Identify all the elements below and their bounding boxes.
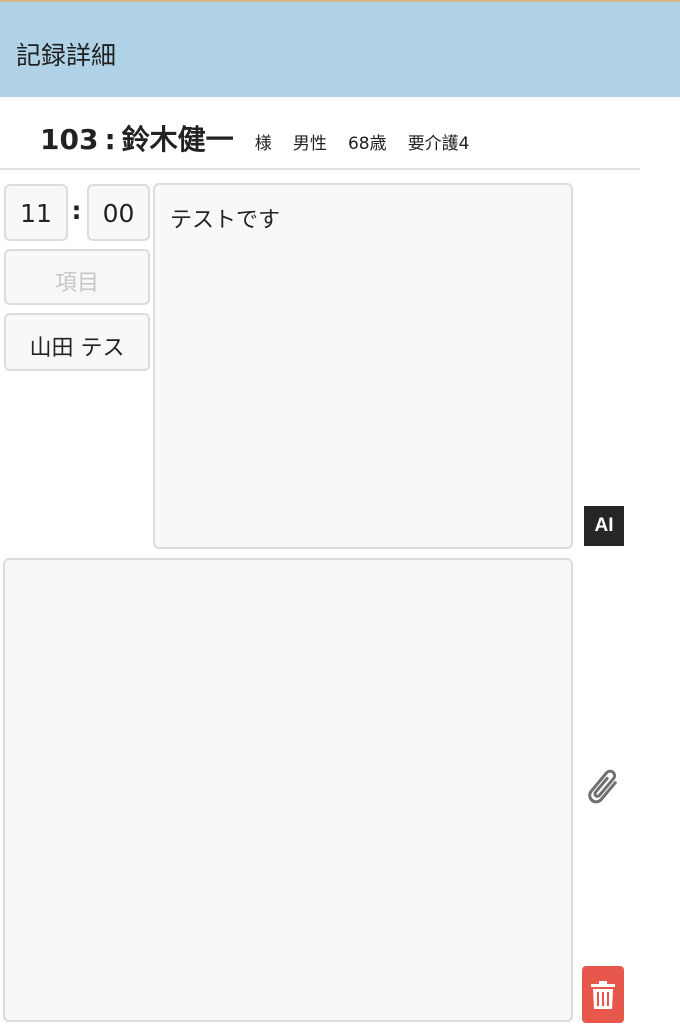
- page-title: 記録詳細: [16, 41, 117, 70]
- delete-button[interactable]: [582, 966, 624, 1023]
- minute-value: 00: [102, 199, 135, 228]
- room-separator: :: [104, 123, 116, 156]
- note-text: テストです: [170, 208, 281, 233]
- hour-field[interactable]: 11: [4, 184, 68, 241]
- room-number: 103: [40, 123, 99, 156]
- note-textarea[interactable]: テストです: [153, 183, 573, 549]
- minute-field[interactable]: 00: [87, 184, 150, 241]
- patient-gender: 男性: [292, 134, 327, 154]
- header-divider: [0, 168, 640, 170]
- staff-name: 山田 テス: [29, 336, 125, 361]
- ai-button[interactable]: AI: [584, 506, 624, 546]
- paperclip-icon[interactable]: [582, 766, 624, 810]
- item-placeholder: 項目: [54, 271, 99, 296]
- patient-name: 鈴木健一: [121, 123, 234, 156]
- staff-select-button[interactable]: 山田 テス: [4, 313, 150, 371]
- item-select-button[interactable]: 項目: [4, 249, 150, 305]
- time-separator: :: [71, 196, 82, 225]
- honorific: 様: [254, 134, 272, 154]
- patient-header: 103: 鈴木健一 様 男性 68歳 要介護4: [40, 118, 470, 156]
- care-level: 要介護4: [407, 134, 470, 154]
- hour-value: 11: [20, 199, 52, 228]
- memo-textarea[interactable]: [3, 558, 573, 1022]
- app-bar: 記録詳細: [0, 2, 680, 97]
- trash-icon: [591, 981, 615, 1009]
- patient-age: 68歳: [347, 134, 387, 154]
